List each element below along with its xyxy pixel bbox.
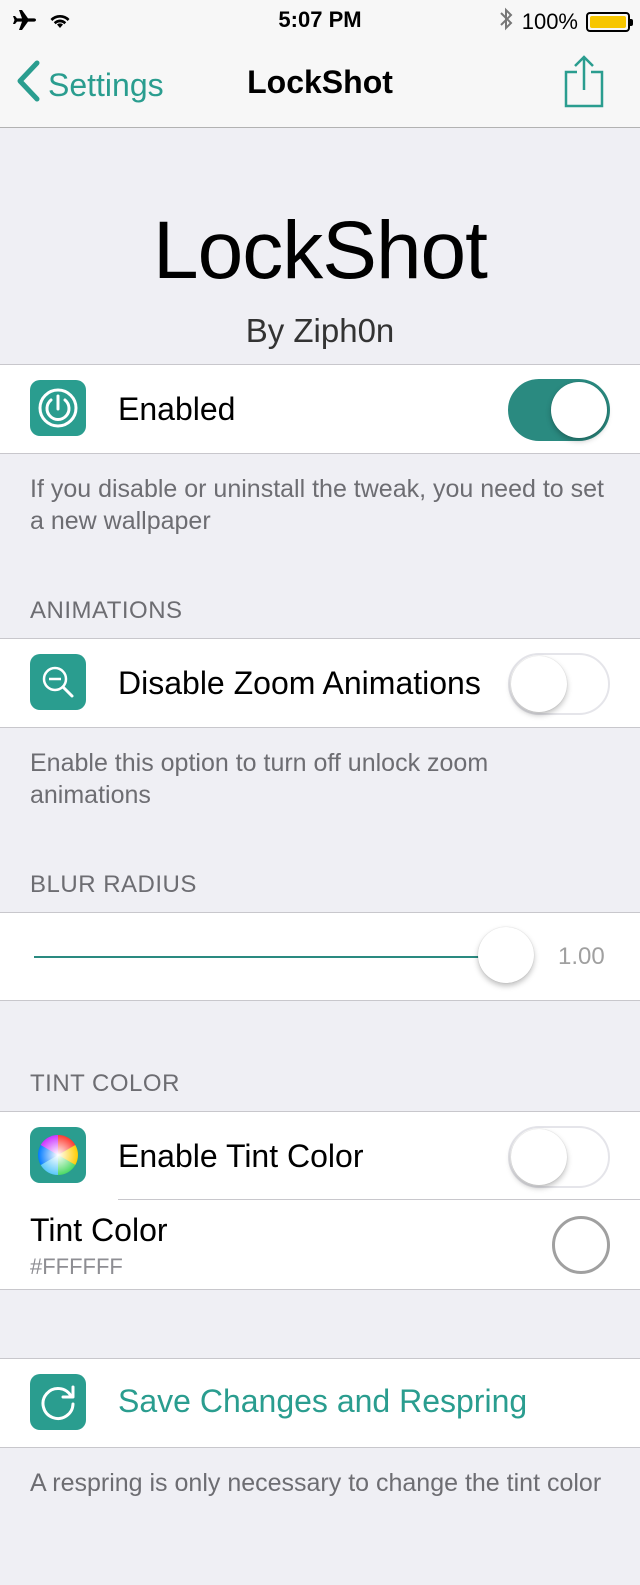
enabled-cell: Enabled bbox=[0, 365, 640, 453]
color-wheel-icon bbox=[30, 1127, 86, 1183]
tint-color-cell[interactable]: Tint Color #FFFFFF bbox=[0, 1200, 640, 1289]
tint-color-swatch[interactable] bbox=[552, 1216, 610, 1274]
animations-footnote: Enable this option to turn off unlock zo… bbox=[30, 749, 489, 809]
animations-section-title: ANIMATIONS bbox=[30, 597, 183, 624]
share-button[interactable] bbox=[564, 54, 604, 113]
tweak-header: LockShot By Ziph0n bbox=[0, 128, 640, 364]
nav-title: LockShot bbox=[247, 64, 393, 100]
power-icon bbox=[30, 380, 86, 436]
enabled-group: Enabled bbox=[0, 364, 640, 454]
save-footnote: A respring is only necessary to change t… bbox=[30, 1469, 602, 1497]
save-respring-button[interactable]: Save Changes and Respring bbox=[118, 1383, 527, 1420]
save-cell[interactable]: Save Changes and Respring bbox=[0, 1359, 640, 1447]
bluetooth-icon bbox=[498, 7, 514, 36]
enabled-toggle[interactable] bbox=[508, 379, 610, 441]
blur-section-title: BLUR RADIUS bbox=[30, 871, 197, 898]
blur-slider-track[interactable] bbox=[34, 956, 504, 958]
tint-group: Enable Tint Color Tint Color #FFFFFF bbox=[0, 1111, 640, 1290]
animations-group: Disable Zoom Animations bbox=[0, 638, 640, 728]
navigation-bar: Settings LockShot bbox=[0, 40, 640, 128]
disable-zoom-cell: Disable Zoom Animations bbox=[0, 639, 640, 727]
enabled-footnote: If you disable or uninstall the tweak, y… bbox=[30, 475, 604, 535]
tweak-author: By Ziph0n bbox=[245, 312, 395, 349]
tint-color-value: #FFFFFF bbox=[30, 1254, 123, 1279]
enable-tint-label: Enable Tint Color bbox=[118, 1137, 364, 1174]
save-group: Save Changes and Respring bbox=[0, 1358, 640, 1448]
battery-percentage: 100% bbox=[521, 8, 578, 34]
enable-tint-cell: Enable Tint Color bbox=[0, 1112, 640, 1200]
disable-zoom-label: Disable Zoom Animations bbox=[118, 664, 481, 701]
blur-value: 1.00 bbox=[558, 943, 605, 970]
battery-icon bbox=[586, 11, 633, 32]
blur-slider-knob[interactable] bbox=[478, 927, 534, 983]
enable-tint-toggle[interactable] bbox=[508, 1126, 610, 1188]
blur-group: 1.00 bbox=[0, 912, 640, 1001]
status-bar: 5:07 PM 100% bbox=[0, 0, 640, 40]
disable-zoom-toggle[interactable] bbox=[508, 653, 610, 715]
zoom-out-icon bbox=[30, 654, 86, 710]
share-icon bbox=[564, 55, 604, 112]
respring-icon bbox=[30, 1374, 86, 1430]
tint-section-title: TINT COLOR bbox=[30, 1070, 180, 1097]
tint-color-label: Tint Color bbox=[30, 1212, 168, 1248]
enabled-label: Enabled bbox=[118, 390, 236, 427]
tweak-title: LockShot bbox=[153, 205, 488, 296]
